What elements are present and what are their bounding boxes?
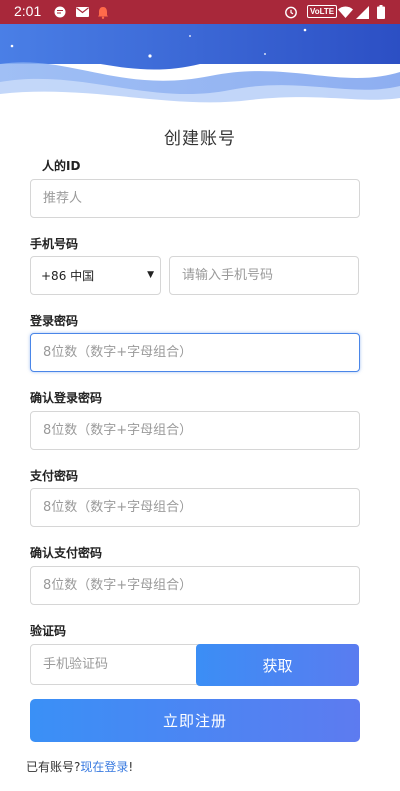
alarm-icon xyxy=(284,5,298,19)
referrer-input[interactable] xyxy=(30,179,360,218)
phone-input[interactable] xyxy=(169,256,359,295)
confirm-login-password-input[interactable] xyxy=(30,411,360,450)
country-code-select[interactable]: +86 中国 ▼ xyxy=(30,256,161,295)
login-link[interactable]: 现在登录 xyxy=(80,760,128,774)
login-prompt-suffix: ! xyxy=(128,760,134,774)
verify-code-label: 验证码 xyxy=(30,624,67,638)
status-time: 2:01 xyxy=(14,3,42,19)
message-icon xyxy=(54,5,66,19)
pay-password-input[interactable] xyxy=(30,488,360,527)
notification-icon xyxy=(97,5,109,19)
confirm-pay-password-label: 确认支付密码 xyxy=(30,546,103,560)
confirm-login-password-label: 确认登录密码 xyxy=(30,391,103,405)
login-password-input[interactable] xyxy=(30,333,360,372)
status-bar: 2:01 VoLTE xyxy=(0,0,400,24)
phone-label: 手机号码 xyxy=(30,237,79,251)
dropdown-caret-icon: ▼ xyxy=(147,270,154,280)
referrer-label: 人的ID xyxy=(42,159,81,173)
login-password-label: 登录密码 xyxy=(30,314,79,328)
login-prompt-text: 已有账号? xyxy=(26,760,81,774)
signal-icon xyxy=(356,5,369,19)
page-title: 创建账号 xyxy=(164,129,236,149)
volte-badge: VoLTE xyxy=(307,5,338,18)
login-prompt: 已有账号?现在登录! xyxy=(26,758,133,775)
wifi-icon xyxy=(338,5,353,19)
mail-icon xyxy=(76,5,89,19)
header-wave-banner xyxy=(0,24,400,106)
pay-password-label: 支付密码 xyxy=(30,469,79,483)
country-code-value: +86 中国 xyxy=(41,269,95,283)
get-code-button[interactable]: 获取 xyxy=(196,644,359,686)
confirm-pay-password-input[interactable] xyxy=(30,566,360,605)
verify-code-input[interactable] xyxy=(30,644,210,685)
battery-icon xyxy=(377,5,385,19)
register-button[interactable]: 立即注册 xyxy=(30,699,360,742)
